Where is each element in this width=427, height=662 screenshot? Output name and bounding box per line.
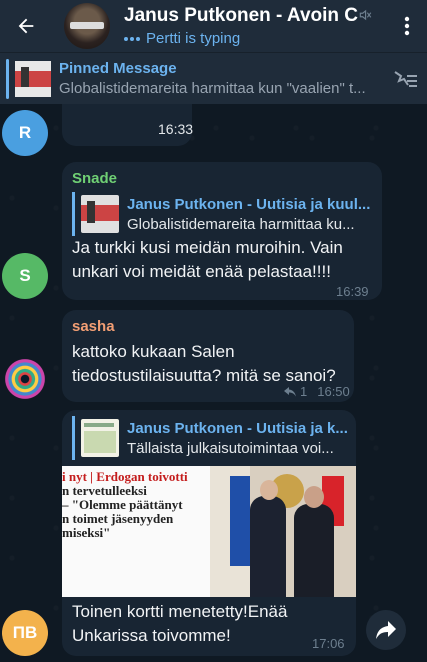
more-vertical-icon	[404, 16, 410, 36]
message-bubble[interactable]: Snade Janus Putkonen - Uutisia ja kuul..…	[62, 162, 382, 300]
avatar[interactable]: ПВ	[2, 610, 48, 656]
headline-line: n tervetulleeksi	[62, 483, 147, 498]
message-text-line: Unkarissa toivomme!	[72, 626, 231, 645]
avatar[interactable]: S	[2, 253, 48, 299]
pinned-indicator	[6, 58, 9, 99]
reply-thumbnail	[81, 195, 119, 233]
avatar[interactable]: R	[2, 110, 48, 156]
reply-author: Janus Putkonen - Uutisia ja kuul...	[127, 195, 371, 213]
pinned-title: Pinned Message	[59, 60, 177, 77]
message-text-line: Ja turkki kusi meidän muroihin. Vain	[72, 238, 343, 257]
reply-count: 1	[300, 384, 308, 399]
message-time: 16:33	[158, 121, 194, 137]
news-photo[interactable]: i nyt | Erdogan toivotti n tervetulleeks…	[62, 466, 356, 597]
pinned-thumbnail	[15, 60, 51, 97]
pinned-list-button[interactable]	[383, 68, 427, 90]
headline-line: n toimet jäsenyyden	[62, 511, 174, 526]
more-menu-button[interactable]	[387, 0, 427, 52]
message-text-line: kattoko kukaan Salen	[72, 342, 235, 361]
typing-status: Pertti is typing	[124, 30, 387, 47]
reply-text: Tällaista julkaisutoimintaa voi...	[127, 439, 334, 457]
pinned-text: Globalistidemareita harmittaa kun "vaali…	[59, 80, 366, 97]
share-arrow-icon	[376, 621, 396, 639]
message-bubble[interactable]: sasha kattoko kukaan Salen tiedostustila…	[62, 310, 354, 402]
avatar-initial: S	[19, 266, 31, 285]
chat-header: Janus Putkonen - Avoin C Pertti is typin…	[0, 0, 427, 52]
message-text-line: unkari voi meidät enää pelastaa!!!!	[72, 262, 331, 281]
sender-name[interactable]: sasha	[72, 318, 115, 335]
unpin-list-icon	[394, 70, 417, 87]
headline-clip: i nyt | Erdogan toivotti n tervetulleeks…	[62, 466, 210, 597]
forward-button[interactable]	[366, 610, 406, 650]
sender-name[interactable]: Snade	[72, 170, 117, 187]
channel-avatar[interactable]	[64, 3, 110, 49]
avatar-initial: R	[18, 123, 32, 142]
headline-line: – "Olemme päättänyt	[62, 497, 183, 512]
headline-line: miseksi"	[62, 525, 111, 540]
forwarded-reply[interactable]: Janus Putkonen - Uutisia ja k... Tällais…	[72, 416, 350, 460]
typing-dots-icon	[124, 36, 140, 41]
chat-title: Janus Putkonen - Avoin C	[124, 5, 359, 26]
message-time: 17:06	[312, 636, 345, 651]
typing-text: Pertti is typing	[146, 30, 241, 47]
chat-title-area[interactable]: Janus Putkonen - Avoin C Pertti is typin…	[124, 5, 387, 47]
message-text-line: Toinen kortti menetetty!Enää	[72, 602, 288, 621]
reply-thumbnail	[81, 419, 119, 457]
forwarded-reply[interactable]: Janus Putkonen - Uutisia ja kuul... Glob…	[72, 192, 372, 236]
headline-line: i nyt | Erdogan toivotti	[62, 469, 188, 484]
reply-author: Janus Putkonen - Uutisia ja k...	[127, 419, 348, 437]
message-bubble[interactable]: 16:33	[62, 104, 194, 146]
mute-icon	[359, 9, 372, 21]
avatar[interactable]	[2, 356, 48, 402]
replies-counter[interactable]: 1 16:50	[284, 384, 350, 399]
back-button[interactable]	[0, 0, 52, 52]
message-time: 16:50	[317, 384, 350, 399]
reply-arrow-icon	[284, 386, 296, 396]
arrow-left-icon	[18, 18, 34, 34]
handshake-photo	[210, 466, 356, 597]
avatar-initial: ПВ	[12, 623, 38, 642]
pinned-message-bar[interactable]: Pinned Message Globalistidemareita harmi…	[0, 52, 427, 104]
message-time: 16:39	[336, 284, 369, 299]
reply-text: Globalistidemareita harmittaa ku...	[127, 215, 355, 233]
